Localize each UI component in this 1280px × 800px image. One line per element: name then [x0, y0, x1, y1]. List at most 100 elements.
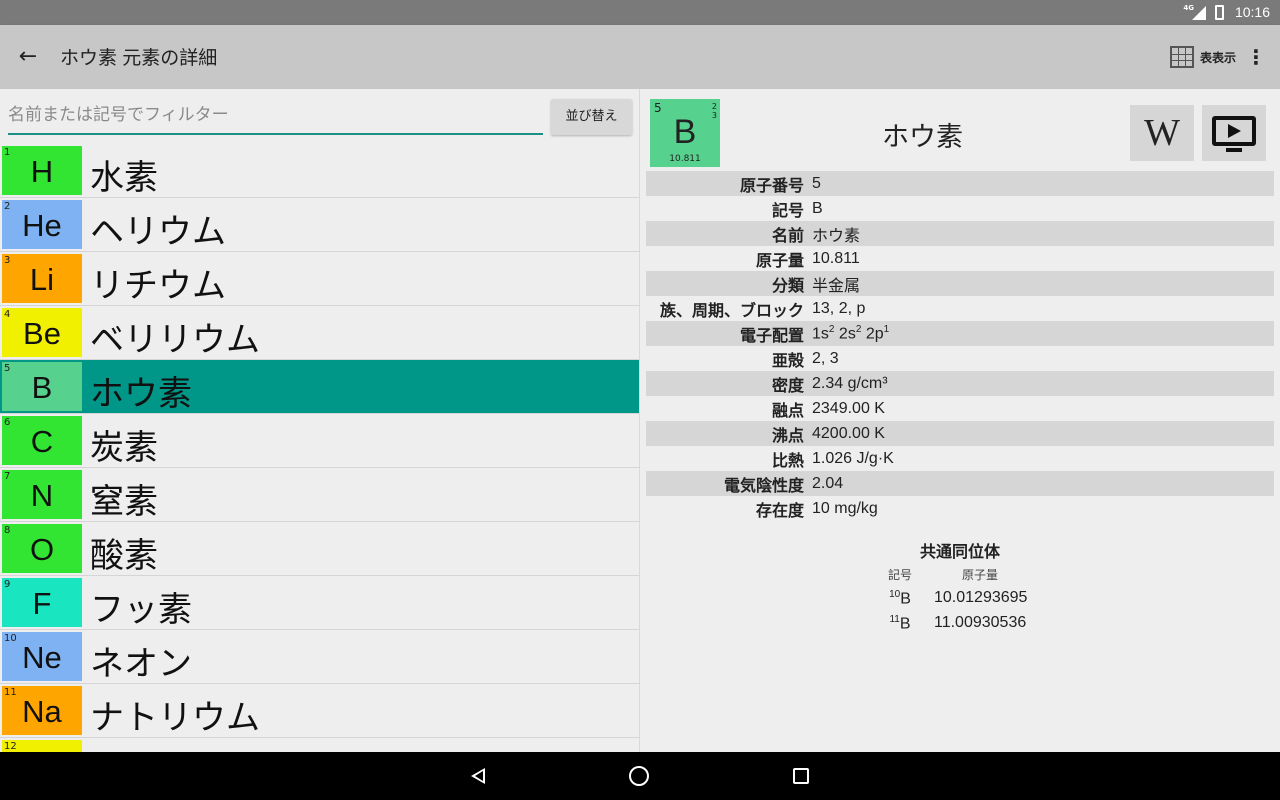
page-title: ホウ素 元素の詳細	[60, 48, 218, 69]
element-name: ベリリウム	[90, 320, 260, 360]
back-arrow-icon[interactable]: ←	[14, 43, 42, 71]
isotope-mass: 11.00930536	[934, 614, 1027, 632]
element-tile-small: 1H	[2, 146, 82, 195]
element-row[interactable]: 11 Na ナトリウム	[0, 684, 639, 738]
property-value: 2349.00 K	[812, 399, 885, 417]
element-symbol: H	[30, 154, 54, 189]
property-label: 族、周期、ブロック	[659, 300, 804, 320]
property-value: 10.811	[812, 249, 860, 267]
element-name: ホウ素	[90, 374, 192, 414]
nav-home-icon[interactable]	[629, 766, 649, 786]
element-number: 12	[4, 741, 17, 752]
element-name: 水素	[90, 158, 158, 198]
tile-mass: 10.811	[669, 154, 701, 164]
video-icon[interactable]	[1202, 105, 1266, 161]
element-symbol: Be	[23, 316, 61, 351]
tile-symbol: B	[673, 113, 697, 151]
element-row[interactable]: 4 Be ベリリウム	[0, 306, 639, 360]
property-label: 沸点	[771, 425, 804, 445]
element-row[interactable]: 8 O 酸素	[0, 522, 639, 576]
signal-icon	[1192, 6, 1206, 20]
element-name: リチウム	[90, 266, 226, 306]
isotope-row: 11B 11.00930536	[870, 614, 1050, 633]
property-label: 原子番号	[739, 175, 804, 195]
element-list: 1 H 水素 2 He ヘリウム 3 Li リチウム 4 Be ベリリウム 5 B ホウ素 6 C 炭素 7 N 窒素 8…	[0, 144, 639, 752]
property-row: 沸点 4200.00 K	[646, 421, 1274, 446]
property-label: 分類	[771, 275, 804, 295]
property-value: 半金属	[812, 277, 861, 295]
property-label: 名前	[771, 225, 804, 245]
element-tile-small: 8O	[2, 524, 82, 573]
element-symbol: He	[22, 208, 62, 243]
element-row[interactable]: 3 Li リチウム	[0, 252, 639, 306]
property-label: 融点	[771, 400, 804, 420]
property-row: 比熱 1.026 J/g·K	[646, 446, 1274, 471]
clock: 10:16	[1234, 4, 1270, 20]
property-value: 2, 3	[812, 349, 839, 367]
sort-button[interactable]: 並び替え	[551, 99, 632, 135]
tile-shell-1: 2	[711, 102, 717, 111]
element-symbol: C	[30, 424, 54, 459]
filter-field[interactable]	[8, 99, 543, 135]
property-value: 4200.00 K	[812, 424, 885, 442]
isotopes-section: 共通同位体 記号 原子量 10B 10.01293695 11B 11.0093053…	[870, 538, 1050, 634]
property-label: 密度	[771, 375, 804, 395]
overflow-menu-icon[interactable]: ⋮	[1246, 43, 1266, 71]
element-symbol: O	[29, 532, 55, 567]
element-tile-small: 6C	[2, 416, 82, 465]
property-row: 原子量 10.811	[646, 246, 1274, 271]
element-tile-small: 10 Ne	[2, 632, 82, 681]
element-name: 炭素	[90, 428, 158, 468]
element-row[interactable]: 1 H 水素	[0, 144, 639, 198]
element-name-title: ホウ素	[882, 122, 963, 153]
property-row: 存在度 10 mg/kg	[646, 496, 1274, 521]
property-row: 密度 2.34 g/cm³	[646, 371, 1274, 396]
element-tile-small: 12	[2, 740, 82, 752]
filter-input[interactable]	[8, 99, 543, 131]
battery-icon	[1215, 5, 1224, 20]
element-row[interactable]: 5 B ホウ素	[0, 360, 639, 414]
element-detail-pane: 5 23 B 10.811 ホウ素 W 原子番号 5 記号 B 名前 ホウ素 原子量 10.8…	[640, 89, 1280, 752]
property-value: ホウ素	[812, 227, 861, 245]
wikipedia-icon[interactable]: W	[1130, 105, 1194, 161]
property-value: 1.026 J/g·K	[812, 449, 894, 467]
element-name: 酸素	[90, 536, 158, 576]
element-symbol: Li	[29, 262, 55, 297]
property-value: 5	[812, 174, 821, 192]
element-row[interactable]: 2 He ヘリウム	[0, 198, 639, 252]
element-row[interactable]: 10 Ne ネオン	[0, 630, 639, 684]
properties-table: 原子番号 5 記号 B 名前 ホウ素 原子量 10.811 分類 半金属 族、周期、ブロック 13, …	[646, 171, 1274, 521]
isotope-col-mass: 原子量	[961, 568, 998, 582]
element-symbol: N	[30, 478, 54, 513]
isotope-col-symbol: 記号	[887, 568, 912, 582]
element-row[interactable]: 12	[0, 738, 639, 752]
element-tile-small: 7N	[2, 470, 82, 519]
element-tile-small: 9F	[2, 578, 82, 627]
property-label: 電気陰性度	[723, 475, 804, 495]
nav-back-icon[interactable]	[467, 764, 491, 788]
property-row: 分類 半金属	[646, 271, 1274, 296]
isotope-mass: 10.01293695	[934, 589, 1028, 606]
isotope-symbol: 11B	[889, 614, 911, 633]
property-value: 2.34 g/cm³	[812, 374, 888, 392]
element-row[interactable]: 6 C 炭素	[0, 414, 639, 468]
property-value: 2.04	[812, 474, 844, 492]
element-row[interactable]: 9 F フッ素	[0, 576, 639, 630]
property-row: 亜殻 2, 3	[646, 346, 1274, 371]
system-nav-bar	[0, 752, 1280, 800]
element-name: 窒素	[90, 482, 158, 522]
element-tile-small: 4 Be	[2, 308, 82, 357]
element-name: フッ素	[90, 590, 192, 630]
property-row: 原子番号 5	[646, 171, 1274, 196]
property-row: 電気陰性度 2.04	[646, 471, 1274, 496]
property-value: 13, 2, p	[812, 299, 866, 317]
element-symbol: Ne	[22, 640, 62, 675]
nav-recents-icon[interactable]	[793, 768, 809, 784]
element-list-pane: 並び替え 1H水素2Heヘリウム3Liリチウム4Beベリリウム5Bホウ素6C炭素…	[0, 89, 640, 752]
element-row[interactable]: 7 N 窒素	[0, 468, 639, 522]
property-row: 融点 2349.00 K	[646, 396, 1274, 421]
table-view-button[interactable]: 表表示	[1169, 43, 1236, 71]
property-label: 存在度	[755, 500, 804, 520]
table-view-label: 表表示	[1199, 50, 1236, 65]
isotope-symbol: 10B	[889, 589, 911, 608]
